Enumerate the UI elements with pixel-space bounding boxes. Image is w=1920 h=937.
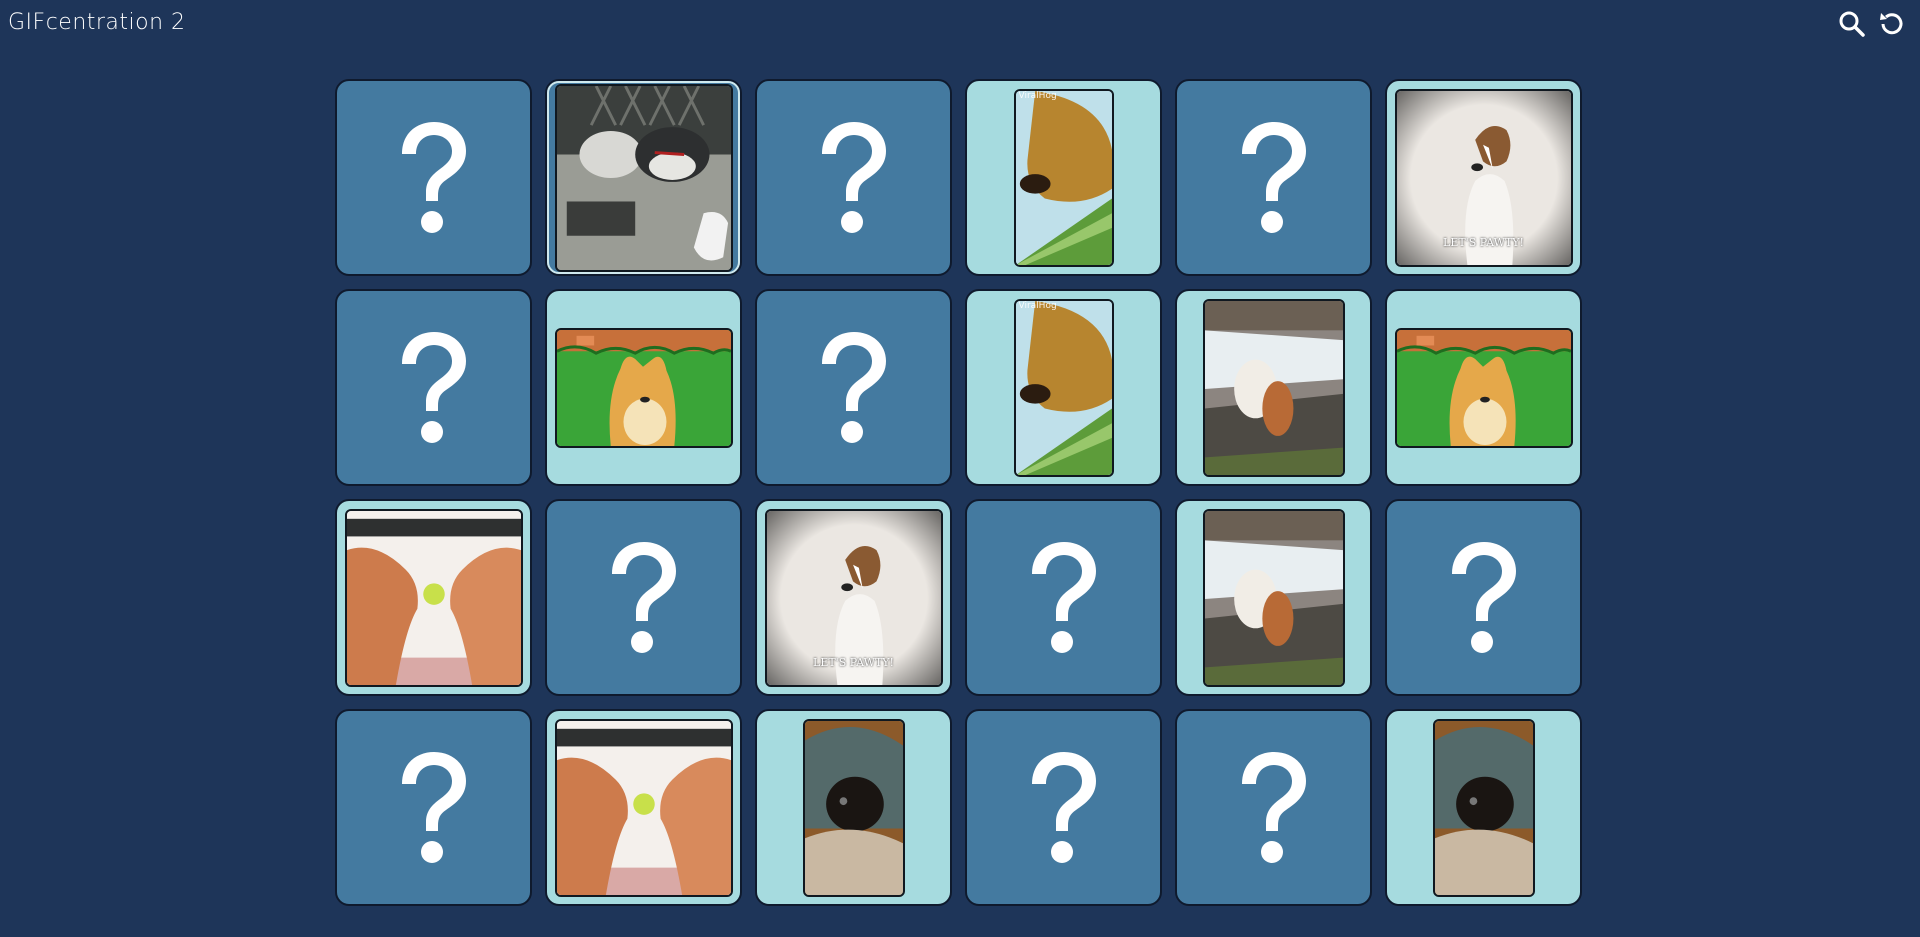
hooded-gif-image xyxy=(1432,718,1535,897)
question-mark-icon xyxy=(821,121,886,233)
question-mark-icon xyxy=(401,331,466,443)
memory-card-jack[interactable]: LET'S PAWTY! xyxy=(755,499,952,696)
app-title: GIFcentration 2 xyxy=(8,10,186,35)
doge-gif-image xyxy=(1394,327,1573,448)
memory-card-hooded[interactable] xyxy=(1385,709,1582,906)
question-mark-icon xyxy=(1451,541,1516,653)
memory-card-doge[interactable] xyxy=(545,289,742,486)
search-icon[interactable] xyxy=(1838,10,1866,38)
memory-card-hidden[interactable] xyxy=(965,709,1162,906)
gif-watermark: ViralHog xyxy=(1018,300,1057,311)
memory-card-doge[interactable] xyxy=(1385,289,1582,486)
question-mark-icon xyxy=(401,121,466,233)
jack-gif-image: LET'S PAWTY! xyxy=(1394,88,1573,267)
memory-card-hidden[interactable] xyxy=(1175,709,1372,906)
memory-card-retrievers[interactable] xyxy=(335,499,532,696)
top-bar: GIFcentration 2 xyxy=(0,0,1920,50)
memory-card-hidden[interactable] xyxy=(545,499,742,696)
restart-icon[interactable] xyxy=(1877,10,1905,38)
question-mark-icon xyxy=(1241,751,1306,863)
river-gif-image xyxy=(1202,298,1345,477)
retrievers-gif-image xyxy=(344,508,523,687)
card-grid: ViralHog LET'S PAWTY! ViralHog LET'S PAW… xyxy=(335,79,1582,906)
jack-gif-image: LET'S PAWTY! xyxy=(764,508,943,687)
doge-gif-image xyxy=(554,327,733,448)
memory-card-hidden[interactable] xyxy=(335,709,532,906)
memory-card-hidden[interactable] xyxy=(965,499,1162,696)
retrievers-gif-image xyxy=(554,718,733,897)
memory-card-hidden[interactable] xyxy=(335,79,532,276)
gif-caption: LET'S PAWTY! xyxy=(1443,235,1524,249)
question-mark-icon xyxy=(611,541,676,653)
golden-gif-image: ViralHog xyxy=(1013,88,1114,267)
memory-card-golden[interactable]: ViralHog xyxy=(965,79,1162,276)
gif-caption: LET'S PAWTY! xyxy=(813,655,894,669)
memory-card-jack[interactable]: LET'S PAWTY! xyxy=(1385,79,1582,276)
memory-card-hidden[interactable] xyxy=(1175,79,1372,276)
memory-card-river[interactable] xyxy=(1175,289,1372,486)
hooded-gif-image xyxy=(802,718,905,897)
memory-card-hidden[interactable] xyxy=(755,79,952,276)
memory-card-hidden[interactable] xyxy=(755,289,952,486)
memory-card-hidden[interactable] xyxy=(335,289,532,486)
question-mark-icon xyxy=(1241,121,1306,233)
question-mark-icon xyxy=(1031,541,1096,653)
memory-card-hooded[interactable] xyxy=(755,709,952,906)
husky-gif-image xyxy=(554,83,733,272)
question-mark-icon xyxy=(821,331,886,443)
gif-watermark: ViralHog xyxy=(1018,90,1057,101)
memory-card-river[interactable] xyxy=(1175,499,1372,696)
memory-card-husky[interactable] xyxy=(545,79,742,276)
memory-card-golden[interactable]: ViralHog xyxy=(965,289,1162,486)
river-gif-image xyxy=(1202,508,1345,687)
memory-card-retrievers[interactable] xyxy=(545,709,742,906)
golden-gif-image: ViralHog xyxy=(1013,298,1114,477)
memory-card-hidden[interactable] xyxy=(1385,499,1582,696)
question-mark-icon xyxy=(1031,751,1096,863)
question-mark-icon xyxy=(401,751,466,863)
